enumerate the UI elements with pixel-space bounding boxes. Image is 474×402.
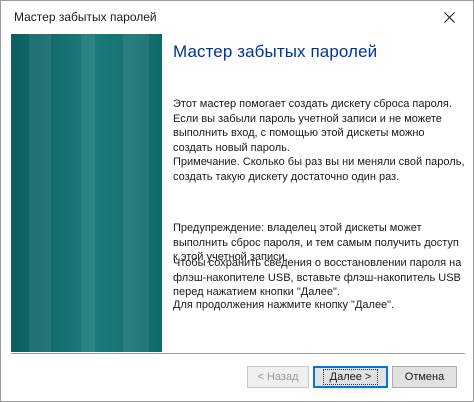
continue-instruction-text: Для продолжения нажмите кнопку "Далее". [173, 299, 395, 311]
note-text: Примечание. Сколько бы раз вы ни меняли … [173, 156, 465, 183]
usb-instruction-text: Чтобы сохранить сведения о восстановлени… [173, 257, 462, 298]
close-button[interactable] [431, 3, 467, 31]
wizard-sidebar-banner [11, 34, 162, 352]
banner-stripe [29, 34, 51, 352]
back-button-label: < Назад [257, 371, 299, 383]
intro-text: Этот мастер помогает создать дискету сбр… [173, 98, 452, 154]
wizard-window: Мастер забытых паролей Мастер забытых па… [0, 0, 474, 402]
title-bar: Мастер забытых паролей [1, 1, 473, 33]
button-separator [11, 353, 465, 354]
window-title: Мастер забытых паролей [14, 10, 157, 24]
back-button[interactable]: < Назад [247, 366, 309, 388]
next-button-label: Далее > [322, 369, 379, 385]
cancel-button-label: Отмена [404, 371, 445, 383]
wizard-heading: Мастер забытых паролей [173, 42, 378, 61]
cancel-button[interactable]: Отмена [392, 366, 457, 388]
next-button[interactable]: Далее > [313, 366, 388, 388]
banner-stripe [123, 34, 149, 352]
close-icon [443, 11, 455, 23]
wizard-content: Мастер забытых паролей Этот мастер помог… [162, 34, 465, 352]
banner-stripe [81, 34, 95, 352]
